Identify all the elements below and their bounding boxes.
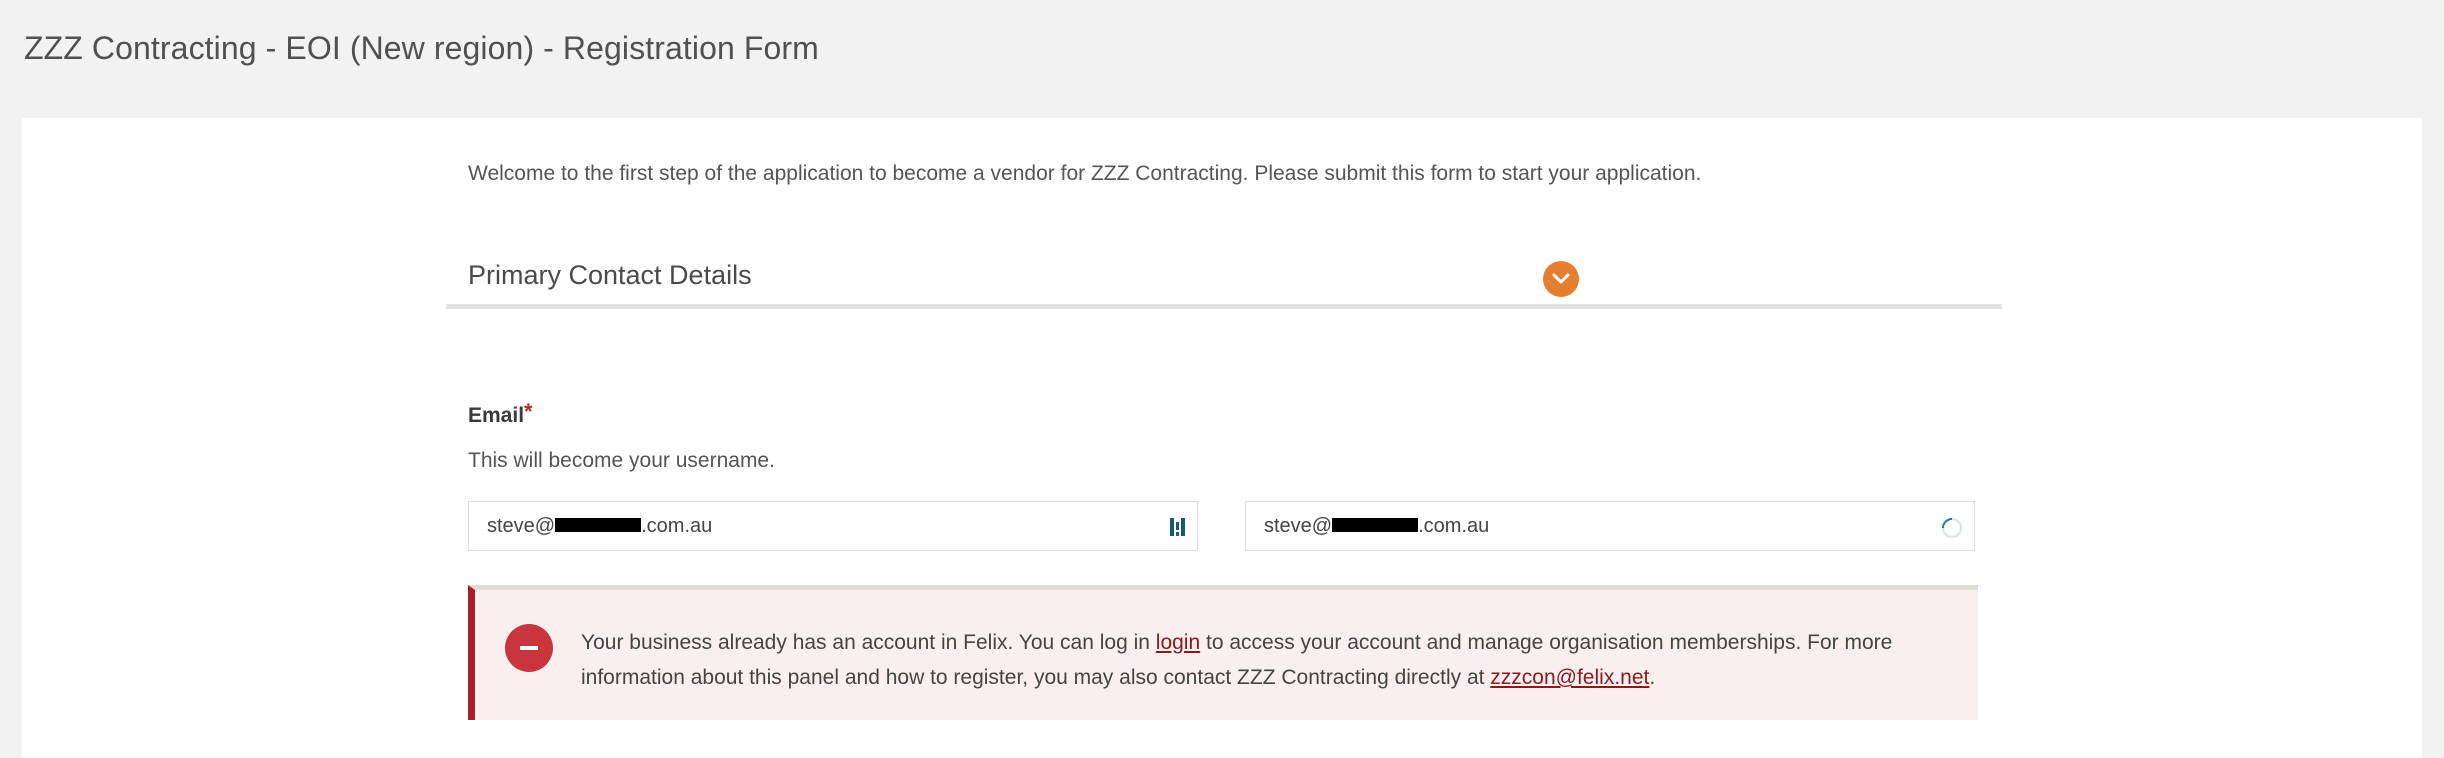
login-link[interactable]: login [1156, 631, 1200, 654]
section-header[interactable]: Primary Contact Details [446, 236, 2002, 309]
alert-message: Your business already has an account in … [581, 631, 1893, 689]
redacted-block [1332, 518, 1419, 532]
confirm-email-value: steve@ .com.au [1264, 515, 1490, 537]
error-alert: Your business already has an account in … [468, 585, 1978, 720]
intro-text: Welcome to the first step of the applica… [468, 162, 1702, 185]
email-value: steve@ .com.au [487, 515, 713, 537]
loading-spinner-icon [1940, 516, 1964, 545]
password-manager-icon[interactable] [1169, 516, 1187, 543]
form-panel: Welcome to the first step of the applica… [22, 118, 2422, 758]
section-title: Primary Contact Details [468, 260, 752, 290]
email-helper-text: This will become your username. [468, 449, 775, 472]
confirm-email-input[interactable]: steve@ .com.au [1245, 501, 1975, 551]
chevron-down-icon[interactable] [1543, 261, 1579, 297]
page-title: ZZZ Contracting - EOI (New region) - Reg… [24, 30, 819, 66]
error-minus-icon [505, 624, 553, 672]
redacted-block [555, 518, 642, 532]
required-asterisk: * [524, 399, 533, 424]
contact-email-link[interactable]: zzzcon@felix.net [1490, 666, 1649, 689]
email-input[interactable]: steve@ .com.au [468, 501, 1198, 551]
email-label: Email [468, 404, 525, 427]
